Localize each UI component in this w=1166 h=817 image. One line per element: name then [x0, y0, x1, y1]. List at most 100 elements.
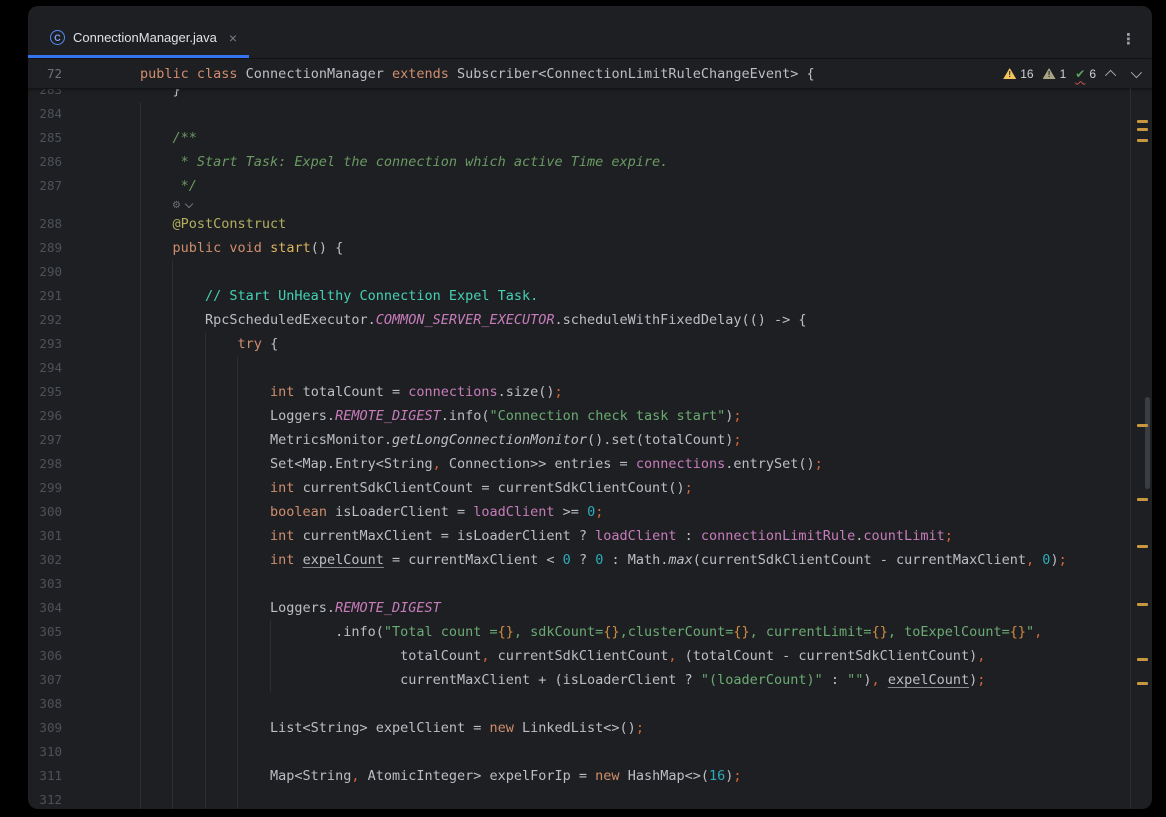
line-number[interactable]: 286	[28, 150, 140, 174]
line-number[interactable]: 312	[28, 788, 140, 809]
stripe-mark[interactable]	[1137, 603, 1148, 606]
line-number[interactable]: 308	[28, 692, 140, 716]
code-line[interactable]: 290	[28, 260, 1152, 284]
line-number[interactable]: 306	[28, 644, 140, 668]
scrollbar-thumb[interactable]	[1145, 397, 1150, 489]
code-line[interactable]: 310	[28, 740, 1152, 764]
code-line[interactable]: 300 boolean isLoaderClient = loadClient …	[28, 500, 1152, 524]
code-token: currentMaxClient + (isLoaderClient ?	[140, 672, 701, 688]
code-line[interactable]: 297 MetricsMonitor.getLongConnectionMoni…	[28, 428, 1152, 452]
line-number[interactable]: 299	[28, 476, 140, 500]
code-line[interactable]: 284	[28, 102, 1152, 126]
stripe-mark[interactable]	[1137, 120, 1148, 123]
line-number[interactable]: 290	[28, 260, 140, 284]
line-number[interactable]: 301	[28, 524, 140, 548]
code-line[interactable]: 291 // Start UnHealthy Connection Expel …	[28, 284, 1152, 308]
line-number[interactable]: 309	[28, 716, 140, 740]
code-token: countLimit	[863, 528, 944, 544]
line-number[interactable]: 284	[28, 102, 140, 126]
inspections-widget[interactable]: ! 16 ! 1 ✔ 6	[1003, 59, 1142, 88]
code-token: int	[270, 528, 294, 544]
code-token: Connection>> entries =	[441, 456, 636, 472]
warning-counter[interactable]: ! 16	[1003, 67, 1033, 81]
code-line[interactable]: 306 totalCount, currentSdkClientCount, (…	[28, 644, 1152, 668]
stripe-mark[interactable]	[1137, 424, 1148, 427]
line-number[interactable]: 289	[28, 236, 140, 260]
line-number[interactable]: 302	[28, 548, 140, 572]
code-text: Map<String, AtomicInteger> expelForIp = …	[140, 764, 1152, 788]
code-line[interactable]: 296 Loggers.REMOTE_DIGEST.info("Connecti…	[28, 404, 1152, 428]
line-number[interactable]: 296	[28, 404, 140, 428]
code-line[interactable]: 286 * Start Task: Expel the connection w…	[28, 150, 1152, 174]
inlay-hint-row: ⚙	[28, 198, 1152, 212]
code-token: {}	[1010, 624, 1026, 640]
line-number[interactable]: 307	[28, 668, 140, 692]
previous-problem-icon[interactable]	[1105, 69, 1116, 80]
code-line[interactable]: 311 Map<String, AtomicInteger> expelForI…	[28, 764, 1152, 788]
sticky-line-number: 72	[28, 66, 140, 81]
code-line[interactable]: 295 int totalCount = connections.size();	[28, 380, 1152, 404]
code-token: , toExpelCount=	[888, 624, 1010, 640]
line-number[interactable]: 292	[28, 308, 140, 332]
code-token: ,	[872, 672, 880, 688]
chevron-down-icon[interactable]	[185, 200, 193, 208]
code-line[interactable]: 287 */	[28, 174, 1152, 198]
editor-tab[interactable]: C ConnectionManager.java ×	[28, 20, 249, 58]
code-line[interactable]: 285 /**	[28, 126, 1152, 150]
line-number[interactable]: 305	[28, 620, 140, 644]
line-number[interactable]: 293	[28, 332, 140, 356]
code-line[interactable]: 294	[28, 356, 1152, 380]
error-stripe[interactable]	[1130, 87, 1152, 809]
line-number[interactable]: 294	[28, 356, 140, 380]
code-line[interactable]: 304 Loggers.REMOTE_DIGEST	[28, 596, 1152, 620]
stripe-mark[interactable]	[1137, 682, 1148, 685]
code-text: boolean isLoaderClient = loadClient >= 0…	[140, 500, 1152, 524]
weak-warning-counter[interactable]: ! 1	[1043, 67, 1067, 81]
line-number[interactable]: 300	[28, 500, 140, 524]
code-line[interactable]: 292 RpcScheduledExecutor.COMMON_SERVER_E…	[28, 308, 1152, 332]
line-number[interactable]: 287	[28, 174, 140, 198]
stripe-mark[interactable]	[1137, 128, 1148, 131]
code-line[interactable]: 301 int currentMaxClient = isLoaderClien…	[28, 524, 1152, 548]
code-line[interactable]: 288 @PostConstruct	[28, 212, 1152, 236]
line-number[interactable]: 297	[28, 428, 140, 452]
line-number[interactable]: 304	[28, 596, 140, 620]
code-line[interactable]: 283 }	[28, 88, 1152, 102]
line-number[interactable]: 283	[28, 88, 140, 102]
line-number[interactable]: 291	[28, 284, 140, 308]
line-number[interactable]: 311	[28, 764, 140, 788]
typo-counter[interactable]: ✔ 6	[1075, 67, 1096, 81]
line-number[interactable]: 285	[28, 126, 140, 150]
tab-close-icon[interactable]: ×	[229, 30, 237, 46]
editor[interactable]: 283 }284285 /**286 * Start Task: Expel t…	[28, 88, 1152, 809]
code-line[interactable]: 298 Set<Map.Entry<String, Connection>> e…	[28, 452, 1152, 476]
line-number[interactable]: 295	[28, 380, 140, 404]
stripe-mark[interactable]	[1137, 498, 1148, 501]
code-text: Loggers.REMOTE_DIGEST	[140, 596, 1152, 620]
stripe-mark[interactable]	[1137, 658, 1148, 661]
line-number[interactable]: 298	[28, 452, 140, 476]
code-token: .info(	[140, 624, 384, 640]
code-token: 0	[587, 504, 595, 520]
line-number[interactable]: 310	[28, 740, 140, 764]
line-number[interactable]: 303	[28, 572, 140, 596]
code-line[interactable]: 309 List<String> expelClient = new Linke…	[28, 716, 1152, 740]
code-line[interactable]: 312	[28, 788, 1152, 809]
code-line[interactable]: 308	[28, 692, 1152, 716]
code-line[interactable]: 307 currentMaxClient + (isLoaderClient ?…	[28, 668, 1152, 692]
line-number[interactable]: 288	[28, 212, 140, 236]
code-line[interactable]: 303	[28, 572, 1152, 596]
stripe-mark[interactable]	[1137, 139, 1148, 142]
code-token: totalCount	[140, 648, 481, 664]
code-line[interactable]: 302 int expelCount = currentMaxClient < …	[28, 548, 1152, 572]
code-line[interactable]: 289 public void start() {	[28, 236, 1152, 260]
code-token: new	[490, 720, 514, 736]
gear-icon[interactable]: ⚙	[172, 200, 192, 211]
next-problem-icon[interactable]	[1131, 66, 1142, 77]
code-line[interactable]: 293 try {	[28, 332, 1152, 356]
code-line[interactable]: 299 int currentSdkClientCount = currentS…	[28, 476, 1152, 500]
code-line[interactable]: 305 .info("Total count ={}, sdkCount={},…	[28, 620, 1152, 644]
stripe-mark[interactable]	[1137, 545, 1148, 548]
sticky-header[interactable]: 72 public class ConnectionManager extend…	[28, 59, 1152, 89]
more-menu-icon[interactable]: ⋮	[1121, 30, 1136, 48]
